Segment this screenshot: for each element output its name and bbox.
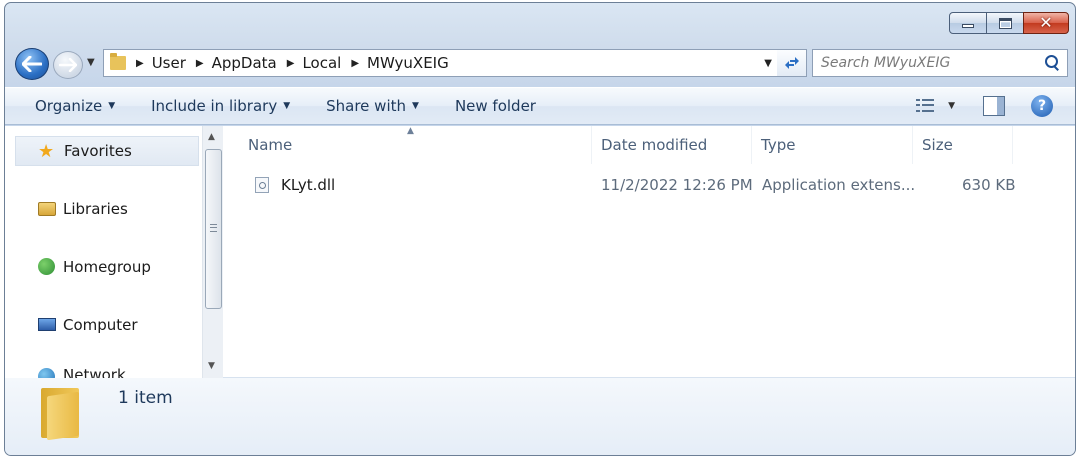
column-header-size[interactable]: Size [913,126,1013,164]
breadcrumb-local[interactable]: Local [302,54,341,72]
recent-pages-dropdown[interactable]: ▼ [87,57,95,68]
close-button[interactable]: ✕ [1023,12,1069,34]
close-icon: ✕ [1039,13,1053,32]
include-label: Include in library [151,97,278,115]
file-list: ▲ Name Date modified Type Size KLyt.dll … [224,126,1075,378]
sidebar-item-label: Homegroup [63,258,151,276]
share-label: Share with [326,97,407,115]
navigation-pane: ★ Favorites Libraries Homegroup Computer… [5,126,202,378]
sidebar-item-libraries[interactable]: Libraries [15,194,199,224]
column-label: Type [761,136,796,154]
table-row[interactable]: KLyt.dll 11/2/2022 12:26 PM Application … [224,173,1075,197]
refresh-button[interactable] [777,49,807,77]
content-area: ★ Favorites Libraries Homegroup Computer… [5,126,1075,378]
sidebar-item-label: Network [63,366,126,378]
column-header-name[interactable]: ▲ Name [224,126,592,164]
sort-ascending-icon: ▲ [407,126,414,136]
back-arrow-icon [22,56,42,72]
file-name[interactable]: KLyt.dll [281,176,335,194]
forward-button[interactable] [53,51,83,79]
address-bar[interactable]: ▶ User ▶ AppData ▶ Local ▶ MWyuXEIG ▼ [103,49,779,77]
explorer-window: ✕ ▼ ▶ User ▶ AppData ▶ Local ▶ MWyuXEIG … [4,2,1076,456]
breadcrumb-separator-icon[interactable]: ▶ [136,58,144,69]
search-icon[interactable] [1041,52,1063,74]
folder-icon [110,53,126,70]
minimize-icon [962,24,974,28]
computer-icon [38,318,56,331]
breadcrumb-appdata[interactable]: AppData [212,54,277,72]
item-count: 1 item [118,388,173,408]
chevron-down-icon: ▼ [108,101,116,111]
organize-label: Organize [35,97,103,115]
libraries-icon [38,202,56,216]
chevron-down-icon: ▼ [283,101,291,111]
address-dropdown-icon[interactable]: ▼ [764,58,772,69]
change-view-icon[interactable] [916,99,935,113]
dll-file-icon [255,177,269,193]
star-icon: ★ [38,141,55,162]
share-with-button[interactable]: Share with ▼ [320,97,425,115]
details-pane: 1 item [5,378,1075,455]
breadcrumb-current[interactable]: MWyuXEIG [367,54,449,72]
network-icon [38,368,55,378]
sidebar-item-favorites[interactable]: ★ Favorites [15,136,199,166]
column-header-date[interactable]: Date modified [592,126,752,164]
back-button[interactable] [15,48,49,80]
sidebar-item-label: Computer [63,316,138,334]
column-label: Size [922,136,953,154]
column-header-type[interactable]: Type [752,126,913,164]
refresh-icon [784,57,799,69]
breadcrumb-separator-icon[interactable]: ▶ [196,58,204,69]
help-icon[interactable]: ? [1031,95,1053,117]
grip-icon [210,224,217,232]
new-folder-label: New folder [454,97,536,115]
column-headers: ▲ Name Date modified Type Size [224,126,1075,164]
search-input[interactable] [813,51,1041,75]
breadcrumb-separator-icon[interactable]: ▶ [351,58,359,69]
view-options-dropdown-icon[interactable]: ▼ [948,101,955,111]
scrollbar-thumb[interactable] [205,149,222,309]
scroll-up-icon[interactable]: ▲ [208,132,215,142]
sidebar-item-network[interactable]: Network [15,364,199,378]
sidebar-item-computer[interactable]: Computer [15,310,199,340]
homegroup-icon [38,258,55,275]
file-size: 630 KB [962,176,1016,194]
preview-pane-icon[interactable] [983,96,1005,116]
column-label: Date modified [601,136,708,154]
scroll-down-icon[interactable]: ▼ [208,361,215,371]
maximize-icon [998,17,1012,29]
breadcrumb-separator-icon[interactable]: ▶ [287,58,295,69]
window-controls: ✕ [949,12,1069,34]
organize-button[interactable]: Organize ▼ [29,97,121,115]
command-bar: Organize ▼ Include in library ▼ Share with… [5,87,1075,125]
new-folder-button[interactable]: New folder [449,97,542,115]
folder-icon [41,388,79,441]
include-in-library-button[interactable]: Include in library ▼ [145,97,296,115]
breadcrumb-user[interactable]: User [152,54,186,72]
maximize-button[interactable] [986,12,1024,34]
sidebar-item-homegroup[interactable]: Homegroup [15,252,199,282]
navigation-bar: ▼ ▶ User ▶ AppData ▶ Local ▶ MWyuXEIG ▼ [5,47,1075,81]
sidebar-item-label: Libraries [63,200,128,218]
sidebar-item-label: Favorites [64,142,132,160]
forward-arrow-icon [59,58,77,72]
file-type: Application extens... [762,176,916,194]
file-date: 11/2/2022 12:26 PM [601,176,753,194]
sidebar-scrollbar[interactable]: ▲ ▼ [202,126,223,378]
column-label: Name [248,136,293,154]
search-box[interactable] [812,49,1068,77]
view-controls: ▼ ? [916,95,1053,117]
minimize-button[interactable] [949,12,987,34]
chevron-down-icon: ▼ [412,101,419,111]
